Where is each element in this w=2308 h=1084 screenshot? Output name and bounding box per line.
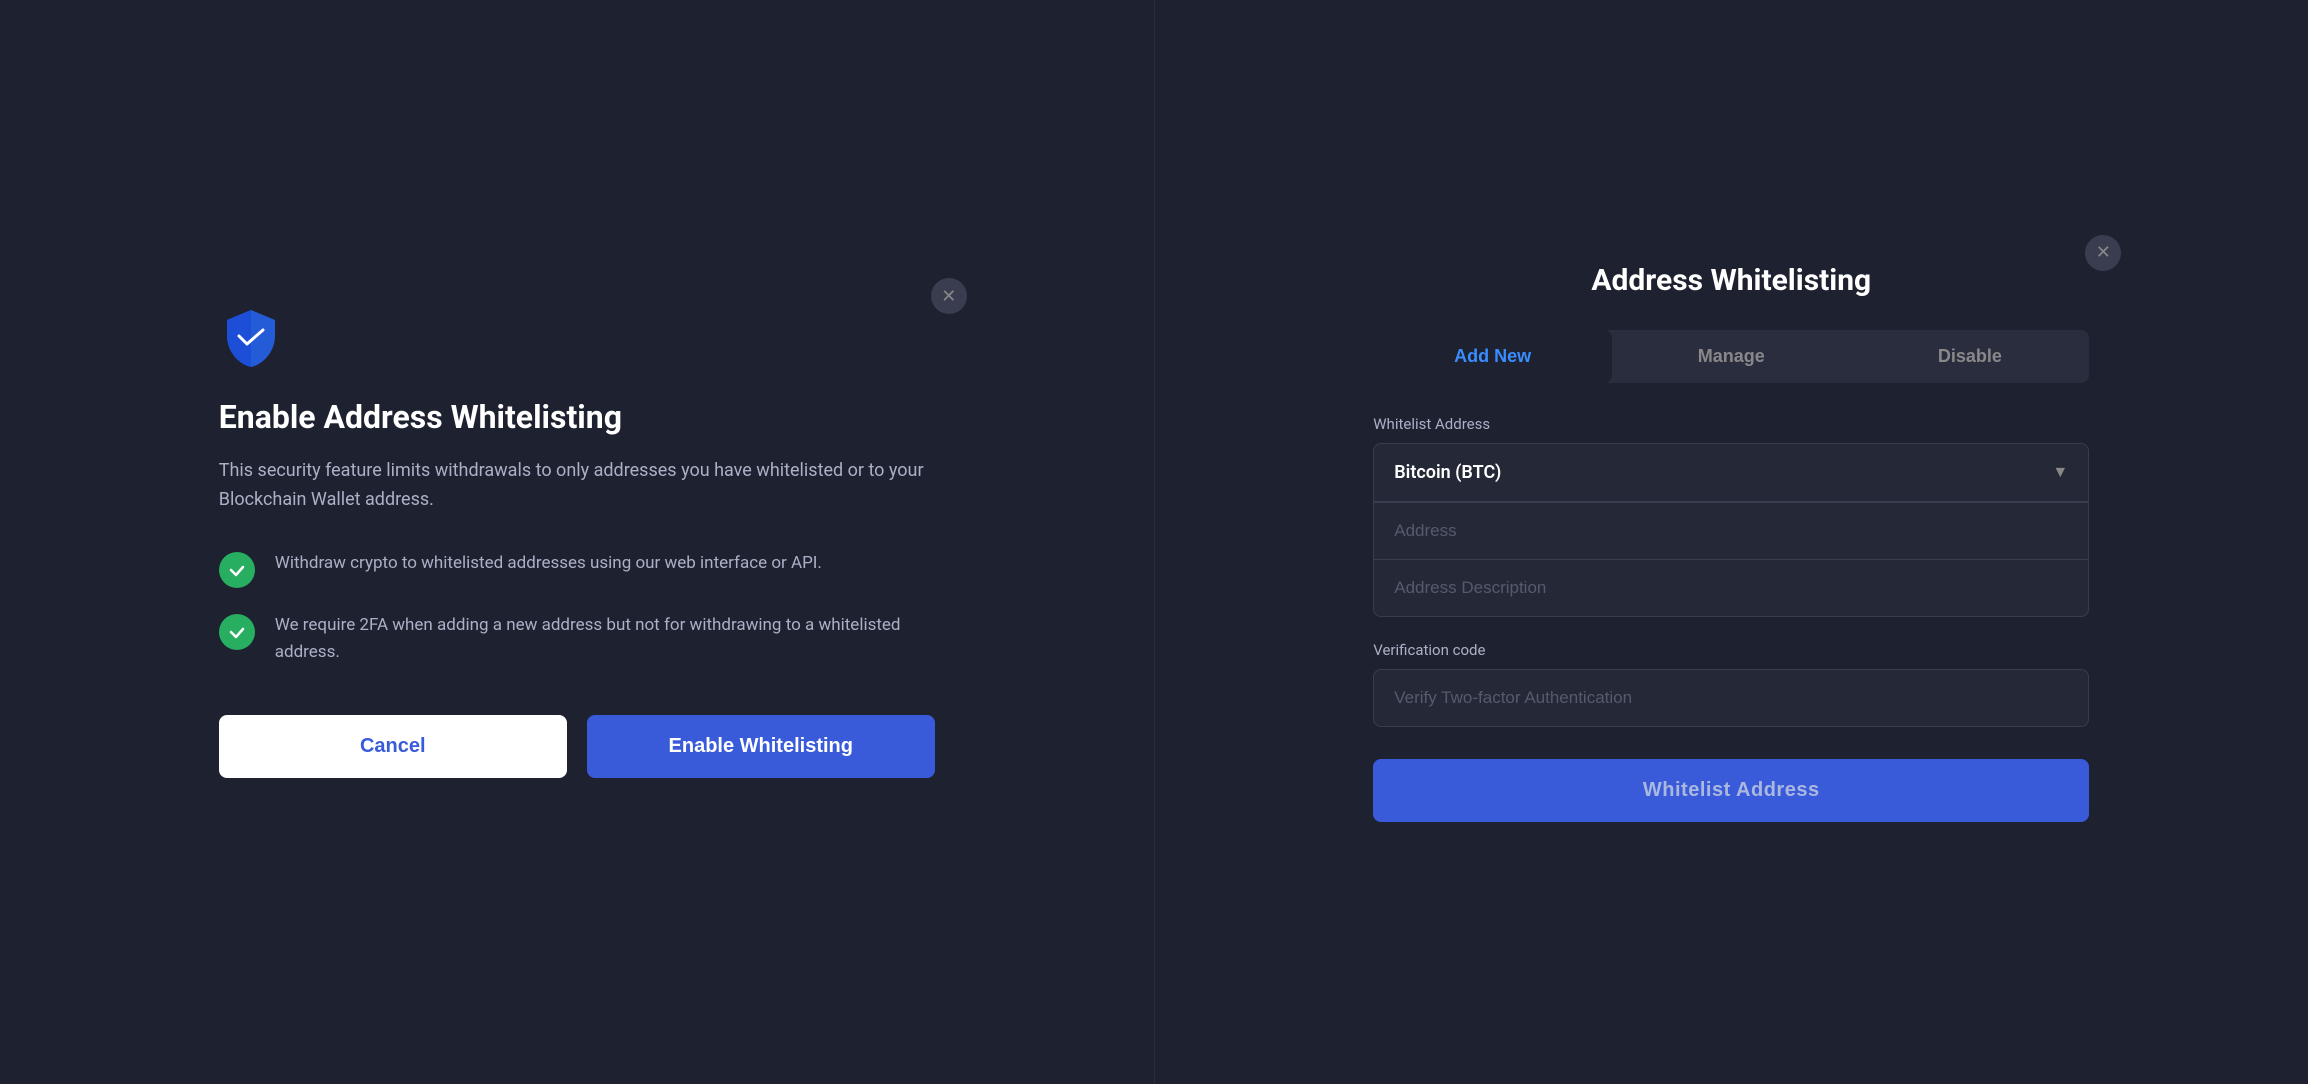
check-icon-2 xyxy=(219,614,255,650)
address-description-input[interactable] xyxy=(1394,560,2068,616)
tab-add-new[interactable]: Add New xyxy=(1373,330,1612,383)
feature-item-1: Withdraw crypto to whitelisted addresses… xyxy=(219,550,935,588)
feature-list: Withdraw crypto to whitelisted addresses… xyxy=(219,550,935,666)
right-panel: ✕ Address Whitelisting Add New Manage Di… xyxy=(1155,0,2308,1084)
feature-text-1: Withdraw crypto to whitelisted addresses… xyxy=(275,550,822,577)
verification-label: Verification code xyxy=(1373,641,2089,659)
address-field-wrap xyxy=(1374,503,2088,559)
whitelist-address-label: Whitelist Address xyxy=(1373,415,2089,433)
verification-input[interactable] xyxy=(1394,688,2068,708)
whitelist-address-box: Bitcoin (BTC) ▼ xyxy=(1373,443,2089,617)
enable-whitelisting-button[interactable]: Enable Whitelisting xyxy=(587,715,935,778)
left-panel: ✕ Enable Address Whitelisting This secur… xyxy=(0,0,1155,1084)
close-button-left[interactable]: ✕ xyxy=(931,278,967,314)
tab-group: Add New Manage Disable xyxy=(1373,330,2089,383)
check-icon-1 xyxy=(219,552,255,588)
feature-item-2: We require 2FA when adding a new address… xyxy=(219,612,935,666)
verification-group: Verification code xyxy=(1373,641,2089,727)
address-input[interactable] xyxy=(1394,503,2068,559)
shield-icon xyxy=(219,306,283,370)
dialog-actions: Cancel Enable Whitelisting xyxy=(219,715,935,778)
whitelist-address-group: Whitelist Address Bitcoin (BTC) ▼ xyxy=(1373,415,2089,617)
dialog-title-right: Address Whitelisting xyxy=(1373,263,2089,298)
address-description-field-wrap xyxy=(1374,560,2088,616)
verification-box xyxy=(1373,669,2089,727)
dropdown-arrow-icon: ▼ xyxy=(2052,462,2068,482)
tab-disable[interactable]: Disable xyxy=(1851,330,2090,383)
feature-text-2: We require 2FA when adding a new address… xyxy=(275,612,935,666)
close-icon-left: ✕ xyxy=(941,286,956,307)
dialog-title-left: Enable Address Whitelisting xyxy=(219,398,935,436)
address-whitelisting-dialog: ✕ Address Whitelisting Add New Manage Di… xyxy=(1321,215,2141,870)
close-button-right[interactable]: ✕ xyxy=(2085,235,2121,271)
whitelist-address-button[interactable]: Whitelist Address xyxy=(1373,759,2089,822)
selected-currency: Bitcoin (BTC) xyxy=(1394,462,1501,483)
close-icon-right: ✕ xyxy=(2096,242,2111,263)
cancel-button[interactable]: Cancel xyxy=(219,715,567,778)
tab-manage[interactable]: Manage xyxy=(1612,330,1851,383)
enable-whitelisting-dialog: ✕ Enable Address Whitelisting This secur… xyxy=(167,258,987,825)
dialog-description: This security feature limits withdrawals… xyxy=(219,457,935,515)
currency-select[interactable]: Bitcoin (BTC) ▼ xyxy=(1374,444,2088,502)
